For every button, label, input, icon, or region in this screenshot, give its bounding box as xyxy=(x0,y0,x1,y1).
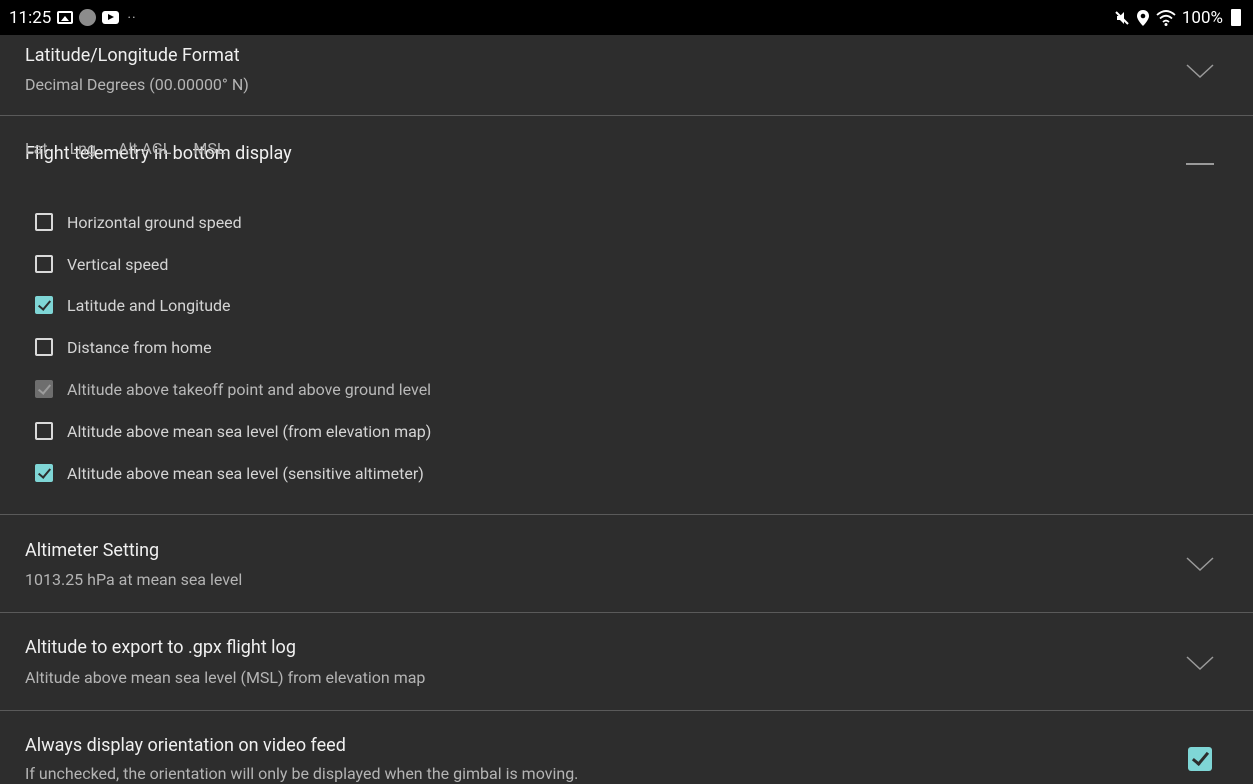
chevron-down-icon[interactable] xyxy=(1186,556,1214,572)
altimeter-setting[interactable]: Altimeter Setting 1013.25 hPa at mean se… xyxy=(0,515,1253,613)
column-lat: Lat xyxy=(25,139,48,158)
latlng-format-value: Decimal Degrees (00.00000° N) xyxy=(25,75,249,94)
mute-icon xyxy=(1115,10,1129,25)
checkbox-checked[interactable] xyxy=(35,464,53,482)
more-dots-icon: ·· xyxy=(127,9,137,26)
youtube-icon xyxy=(102,11,120,24)
option-vertical-speed[interactable]: Vertical speed xyxy=(35,252,168,276)
option-msl-altimeter[interactable]: Altitude above mean sea level (sensitive… xyxy=(35,461,424,485)
battery-icon xyxy=(1231,9,1241,26)
gallery-icon xyxy=(57,11,74,24)
column-alt-agl: Alt AGL xyxy=(118,139,172,158)
latlng-format-title: Latitude/Longitude Format xyxy=(25,45,240,66)
option-horizontal-speed[interactable]: Horizontal ground speed xyxy=(35,210,242,234)
gpx-altitude-setting[interactable]: Altitude to export to .gpx flight log Al… xyxy=(0,613,1253,711)
checkbox[interactable] xyxy=(35,338,53,356)
option-label: Altitude above takeoff point and above g… xyxy=(67,379,432,399)
gpx-altitude-value: Altitude above mean sea level (MSL) from… xyxy=(25,668,426,687)
option-label: Latitude and Longitude xyxy=(67,295,231,315)
option-label: Distance from home xyxy=(67,337,212,357)
latlng-format-setting[interactable]: Latitude/Longitude Format Decimal Degree… xyxy=(0,35,1253,116)
orientation-description: If unchecked, the orientation will only … xyxy=(25,764,579,783)
checkbox[interactable] xyxy=(35,213,53,231)
orientation-title: Always display orientation on video feed xyxy=(25,735,346,756)
orientation-setting[interactable]: Always display orientation on video feed… xyxy=(0,711,1253,784)
option-msl-elevation[interactable]: Altitude above mean sea level (from elev… xyxy=(35,419,431,443)
column-msl: MSL xyxy=(193,139,226,158)
location-icon xyxy=(1136,9,1149,26)
altimeter-title: Altimeter Setting xyxy=(25,540,160,561)
telemetry-columns: Lat Lng Alt AGL MSL xyxy=(25,139,248,158)
column-lng: Lng xyxy=(69,139,96,158)
chevron-down-icon[interactable] xyxy=(1186,655,1214,671)
option-label: Vertical speed xyxy=(67,254,169,274)
checkbox-disabled xyxy=(35,380,53,398)
checkbox-checked[interactable] xyxy=(35,296,53,314)
clock: 11:25 xyxy=(9,7,52,28)
wifi-icon xyxy=(1156,9,1176,26)
option-distance-home[interactable]: Distance from home xyxy=(35,335,212,359)
orientation-checkbox-checked[interactable] xyxy=(1188,747,1212,771)
option-lat-lng[interactable]: Latitude and Longitude xyxy=(35,293,231,317)
checkbox[interactable] xyxy=(35,255,53,273)
gpx-altitude-title: Altitude to export to .gpx flight log xyxy=(25,637,296,658)
collapse-icon[interactable] xyxy=(1186,163,1214,165)
altimeter-value: 1013.25 hPa at mean sea level xyxy=(25,570,243,589)
checkbox[interactable] xyxy=(35,422,53,440)
status-bar: 11:25 ·· 100% xyxy=(0,0,1253,35)
option-label: Altitude above mean sea level (sensitive… xyxy=(67,463,424,483)
option-alt-agl: Altitude above takeoff point and above g… xyxy=(35,377,431,401)
option-label: Horizontal ground speed xyxy=(67,212,242,232)
chevron-down-icon[interactable] xyxy=(1186,63,1214,79)
option-label: Altitude above mean sea level (from elev… xyxy=(67,421,432,441)
app-circle-icon xyxy=(79,9,97,26)
battery-percent: 100% xyxy=(1181,7,1223,28)
